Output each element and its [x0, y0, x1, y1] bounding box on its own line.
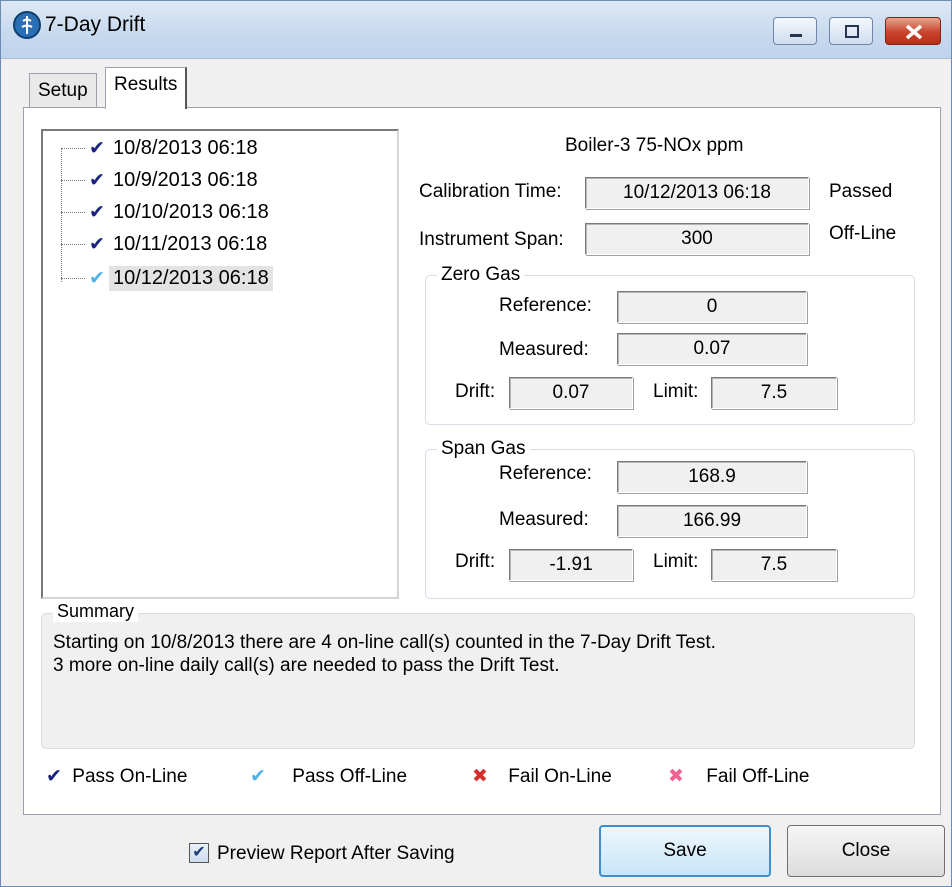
- check-icon: ✔: [89, 201, 105, 223]
- tab-setup[interactable]: Setup: [29, 73, 97, 109]
- span-drift-field: -1.91: [509, 549, 633, 581]
- tree-item[interactable]: ✔ 10/8/2013 06:18: [61, 133, 262, 163]
- legend-fail-offline: ✖ Fail Off-Line: [663, 765, 809, 788]
- tree-item-label: 10/10/2013 06:18: [113, 200, 269, 223]
- check-icon: ✔: [46, 766, 62, 787]
- tree-item-selected[interactable]: ✔ 10/12/2013 06:18: [61, 263, 273, 293]
- check-icon: ✔: [89, 169, 105, 191]
- maximize-button[interactable]: [829, 17, 873, 45]
- zero-limit-field: 7.5: [711, 377, 837, 409]
- span-limit-field: 7.5: [711, 549, 837, 581]
- details-heading: Boiler-3 75-NOx ppm: [565, 135, 744, 156]
- legend-pass-offline: ✔ Pass Off-Line: [245, 765, 407, 788]
- zero-reference-label: Reference:: [499, 295, 592, 316]
- summary-line: 3 more on-line daily call(s) are needed …: [53, 655, 560, 676]
- preview-report-checkbox[interactable]: ✔: [189, 843, 209, 863]
- tree-item[interactable]: ✔ 10/11/2013 06:18: [61, 229, 271, 259]
- result-status: Passed: [829, 181, 893, 202]
- dialog-window: 7-Day Drift Setup Results ✔ 10/8/2013 06…: [0, 0, 952, 887]
- close-button[interactable]: Close: [787, 825, 945, 877]
- preview-report-label[interactable]: Preview Report After Saving: [217, 843, 455, 865]
- zero-limit-label: Limit:: [653, 381, 699, 402]
- summary-title: Summary: [53, 601, 139, 622]
- x-icon: ✖: [668, 766, 684, 787]
- tree-item-label: 10/8/2013 06:18: [113, 136, 258, 159]
- summary-text: Starting on 10/8/2013 there are 4 on-lin…: [53, 631, 716, 677]
- summary-line: Starting on 10/8/2013 there are 4 on-lin…: [53, 632, 716, 653]
- instrument-span-field: 300: [585, 223, 809, 255]
- check-outline-icon: ✔: [250, 766, 266, 787]
- instrument-span-label: Instrument Span:: [419, 229, 564, 250]
- close-window-button[interactable]: [885, 17, 941, 45]
- zero-drift-field: 0.07: [509, 377, 633, 409]
- zero-measured-label: Measured:: [499, 339, 589, 360]
- tree-item-label: 10/11/2013 06:18: [113, 232, 268, 255]
- legend-fail-online: ✖ Fail On-Line: [467, 765, 612, 788]
- save-button[interactable]: Save: [599, 825, 771, 877]
- span-reference-label: Reference:: [499, 463, 592, 484]
- span-gas-title: Span Gas: [437, 438, 530, 460]
- app-logo-icon: [13, 11, 41, 39]
- zero-measured-field: 0.07: [617, 333, 807, 365]
- span-drift-label: Drift:: [455, 551, 496, 572]
- check-icon: ✔: [89, 233, 105, 255]
- tab-results[interactable]: Results: [105, 67, 188, 109]
- window-title: 7-Day Drift: [45, 13, 146, 36]
- mode-status: Off-Line: [829, 223, 897, 244]
- tree-item-label: 10/9/2013 06:18: [113, 168, 258, 191]
- span-limit-label: Limit:: [653, 551, 699, 572]
- span-measured-label: Measured:: [499, 509, 589, 530]
- calibration-time-label: Calibration Time:: [419, 181, 562, 202]
- tree-item[interactable]: ✔ 10/9/2013 06:18: [61, 165, 262, 195]
- span-reference-field: 168.9: [617, 461, 807, 493]
- tree-item[interactable]: ✔ 10/10/2013 06:18: [61, 197, 273, 227]
- check-outline-icon: ✔: [89, 267, 105, 289]
- zero-drift-label: Drift:: [455, 381, 496, 402]
- title-bar[interactable]: 7-Day Drift: [1, 1, 951, 59]
- x-icon: ✖: [472, 766, 488, 787]
- span-measured-field: 166.99: [617, 505, 807, 537]
- zero-gas-title: Zero Gas: [437, 264, 525, 286]
- check-icon: ✔: [89, 137, 105, 159]
- zero-reference-field: 0: [617, 291, 807, 323]
- minimize-button[interactable]: [773, 17, 817, 45]
- calibration-time-field: 10/12/2013 06:18: [585, 177, 809, 209]
- legend-pass-online: ✔ Pass On-Line: [41, 765, 187, 788]
- tree-item-label: 10/12/2013 06:18: [109, 265, 273, 291]
